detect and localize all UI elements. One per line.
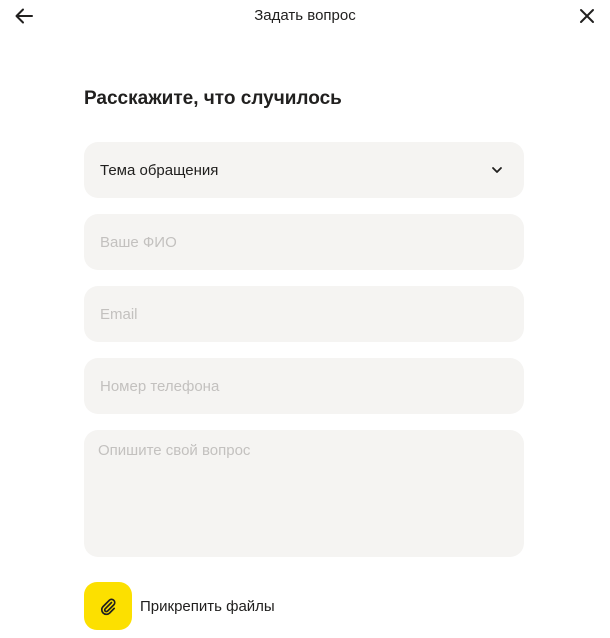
- header: Задать вопрос: [0, 0, 610, 34]
- close-icon: [580, 9, 594, 23]
- attach-files-label: Прикрепить файлы: [140, 597, 275, 615]
- page-title: Задать вопрос: [254, 7, 356, 24]
- phone-input[interactable]: [84, 358, 524, 414]
- ask-question-page: Задать вопрос Расскажите, что случилось …: [0, 0, 610, 638]
- topic-select[interactable]: Тема обращения: [84, 142, 524, 198]
- full-name-input[interactable]: [84, 214, 524, 270]
- attach-files-row[interactable]: Прикрепить файлы: [84, 582, 275, 630]
- attach-files-button[interactable]: [84, 582, 132, 630]
- form-title: Расскажите, что случилось: [84, 88, 342, 109]
- chevron-down-icon: [490, 163, 504, 177]
- topic-select-label: Тема обращения: [100, 161, 219, 179]
- paperclip-icon: [100, 598, 116, 616]
- close-button[interactable]: [574, 3, 600, 29]
- question-textarea[interactable]: [84, 430, 524, 557]
- email-input[interactable]: [84, 286, 524, 342]
